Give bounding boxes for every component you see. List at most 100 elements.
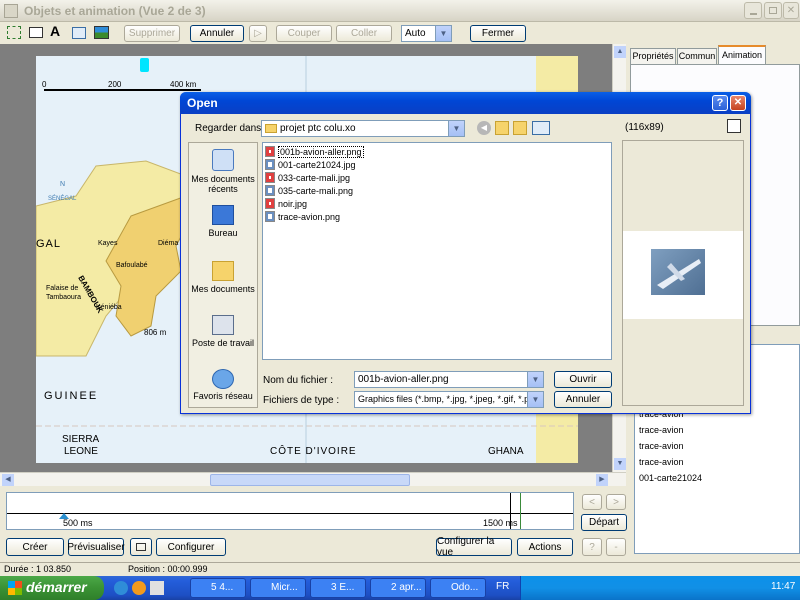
open-button[interactable]: Ouvrir: [554, 371, 612, 388]
task-button[interactable]: 3 E...: [310, 578, 366, 598]
minus-button[interactable]: -: [606, 538, 626, 556]
task-button[interactable]: Micr...: [250, 578, 306, 598]
cyan-marker[interactable]: [140, 58, 149, 72]
scale-0-label: 0: [42, 80, 47, 89]
delete-button[interactable]: Supprimer: [124, 25, 180, 42]
up-folder-icon[interactable]: [495, 121, 509, 135]
redo-button[interactable]: ▷: [249, 25, 267, 42]
copy-icon: [136, 543, 146, 551]
file-name: noir.jpg: [278, 198, 308, 209]
place-recent[interactable]: Mes documents récents: [189, 149, 257, 199]
place-desktop[interactable]: Bureau: [189, 205, 257, 249]
task-button[interactable]: 5 4...: [190, 578, 246, 598]
help-button[interactable]: ?: [582, 538, 602, 556]
file-row[interactable]: 001b-avion-aller.png: [265, 145, 364, 158]
timeline-next-button[interactable]: >: [606, 494, 626, 510]
dialog-close-button[interactable]: ✕: [730, 95, 746, 111]
cancel-button[interactable]: Annuler: [554, 391, 612, 408]
tab-commun[interactable]: Commun: [677, 48, 717, 64]
image-file-icon: [265, 159, 275, 170]
list-item[interactable]: trace-avion: [639, 425, 684, 435]
look-in-select[interactable]: projet ptc colu.xo ▼: [261, 120, 465, 137]
filename-value: 001b-avion-aller.png: [358, 374, 449, 385]
quicklaunch-icon[interactable]: [150, 581, 164, 595]
chevron-down-icon: ▼: [435, 26, 451, 41]
dialog-title-bar[interactable]: Open ? ✕: [180, 92, 751, 114]
app-title-bar[interactable]: Objets et animation (Vue 2 de 3) ✕: [0, 0, 800, 22]
file-row[interactable]: noir.jpg: [265, 197, 307, 210]
scroll-up-icon[interactable]: ▲: [614, 46, 626, 58]
look-in-label: Regarder dans: [195, 123, 262, 134]
tab-animation[interactable]: Animation: [718, 45, 766, 64]
zoom-select[interactable]: Auto ▼: [401, 25, 452, 42]
map-label-altitude: 806 m: [144, 328, 167, 337]
task-label: 5 4...: [211, 582, 234, 593]
app-icon: [4, 4, 18, 18]
select-tool-icon[interactable]: [7, 26, 21, 39]
list-item[interactable]: 001-carte21024: [639, 473, 702, 483]
configure-view-button[interactable]: Configurer la vue: [436, 536, 512, 558]
chevron-down-icon: ▼: [448, 121, 464, 136]
cut-button[interactable]: Couper: [276, 25, 332, 42]
preview-toggle-icon[interactable]: [727, 119, 741, 133]
filename-input[interactable]: 001b-avion-aller.png ▼: [354, 371, 544, 388]
image-tool-icon[interactable]: [94, 26, 109, 39]
close-view-button[interactable]: Fermer: [470, 25, 526, 42]
hscroll-thumb[interactable]: [210, 474, 410, 486]
back-icon[interactable]: ◀: [477, 121, 491, 135]
dialog-help-button[interactable]: ?: [712, 95, 728, 111]
place-my-computer[interactable]: Poste de travail: [189, 315, 257, 361]
timeline-mark-500: 500 ms: [63, 518, 93, 528]
file-name: 001b-avion-aller.png: [278, 145, 364, 158]
start-button[interactable]: démarrer: [0, 576, 104, 600]
place-network[interactable]: Favoris réseau: [189, 369, 257, 409]
text-tool-icon[interactable]: A: [50, 23, 60, 39]
rectangle-tool-icon[interactable]: [72, 27, 86, 39]
place-my-documents[interactable]: Mes documents: [189, 261, 257, 307]
preview-button[interactable]: Prévisualiser: [67, 538, 125, 556]
language-indicator[interactable]: FR: [496, 581, 509, 592]
map-label-bafoulabe: Bafoulabé: [116, 262, 148, 269]
map-label-senegal: SÉNÉGAL: [48, 196, 77, 202]
task-button[interactable]: Odo...: [430, 578, 486, 598]
actions-button[interactable]: Actions: [517, 538, 573, 556]
task-button[interactable]: 2 apr...: [370, 578, 426, 598]
timeline-end: [520, 493, 521, 529]
map-label-falaise: Falaise de Tambaoura: [46, 285, 82, 301]
scroll-left-icon[interactable]: ◀: [2, 474, 14, 486]
quicklaunch-icon[interactable]: [132, 581, 146, 595]
depart-button[interactable]: Départ: [581, 514, 627, 531]
file-row[interactable]: trace-avion.png: [265, 210, 340, 223]
file-list[interactable]: 001b-avion-aller.png 001-carte21024.jpg 03…: [262, 142, 612, 360]
maximize-button[interactable]: [764, 2, 782, 19]
canvas-hscrollbar[interactable]: ◀ ▶: [0, 472, 626, 486]
file-row[interactable]: 001-carte21024.jpg: [265, 158, 356, 171]
box-tool-icon[interactable]: [29, 27, 43, 38]
file-row[interactable]: 033-carte-mali.jpg: [265, 171, 350, 184]
task-label: Odo...: [451, 582, 479, 593]
timeline-prev-button[interactable]: <: [582, 494, 602, 510]
app-title: Objets et animation (Vue 2 de 3): [24, 4, 206, 18]
file-row[interactable]: 035-carte-mali.png: [265, 184, 353, 197]
list-item[interactable]: trace-avion: [639, 457, 684, 467]
configure-button[interactable]: Configurer: [156, 538, 226, 556]
tab-proprietes[interactable]: Propriétés: [630, 48, 676, 64]
clock[interactable]: 11:47: [771, 581, 795, 592]
create-button[interactable]: Créer: [6, 538, 64, 556]
desktop-icon: [212, 205, 234, 225]
paste-button[interactable]: Coller: [336, 25, 392, 42]
timeline[interactable]: 500 ms 1500 ms: [6, 492, 574, 530]
scroll-down-icon[interactable]: ▼: [614, 458, 626, 470]
filetype-select[interactable]: Graphics files (*.bmp, *.jpg, *.jpeg, *.…: [354, 391, 544, 408]
minimize-button[interactable]: [744, 2, 762, 19]
copy-view-button[interactable]: [130, 538, 152, 556]
view-menu-icon[interactable]: [532, 121, 550, 135]
file-name: 033-carte-mali.jpg: [278, 172, 351, 183]
new-folder-icon[interactable]: [513, 121, 527, 135]
list-item[interactable]: trace-avion: [639, 441, 684, 451]
timeline-mark-1500: 1500 ms: [483, 518, 518, 528]
close-button[interactable]: ✕: [783, 2, 799, 19]
scroll-right-icon[interactable]: ▶: [596, 474, 608, 486]
quicklaunch-icon[interactable]: [114, 581, 128, 595]
undo-button[interactable]: Annuler: [190, 25, 244, 42]
